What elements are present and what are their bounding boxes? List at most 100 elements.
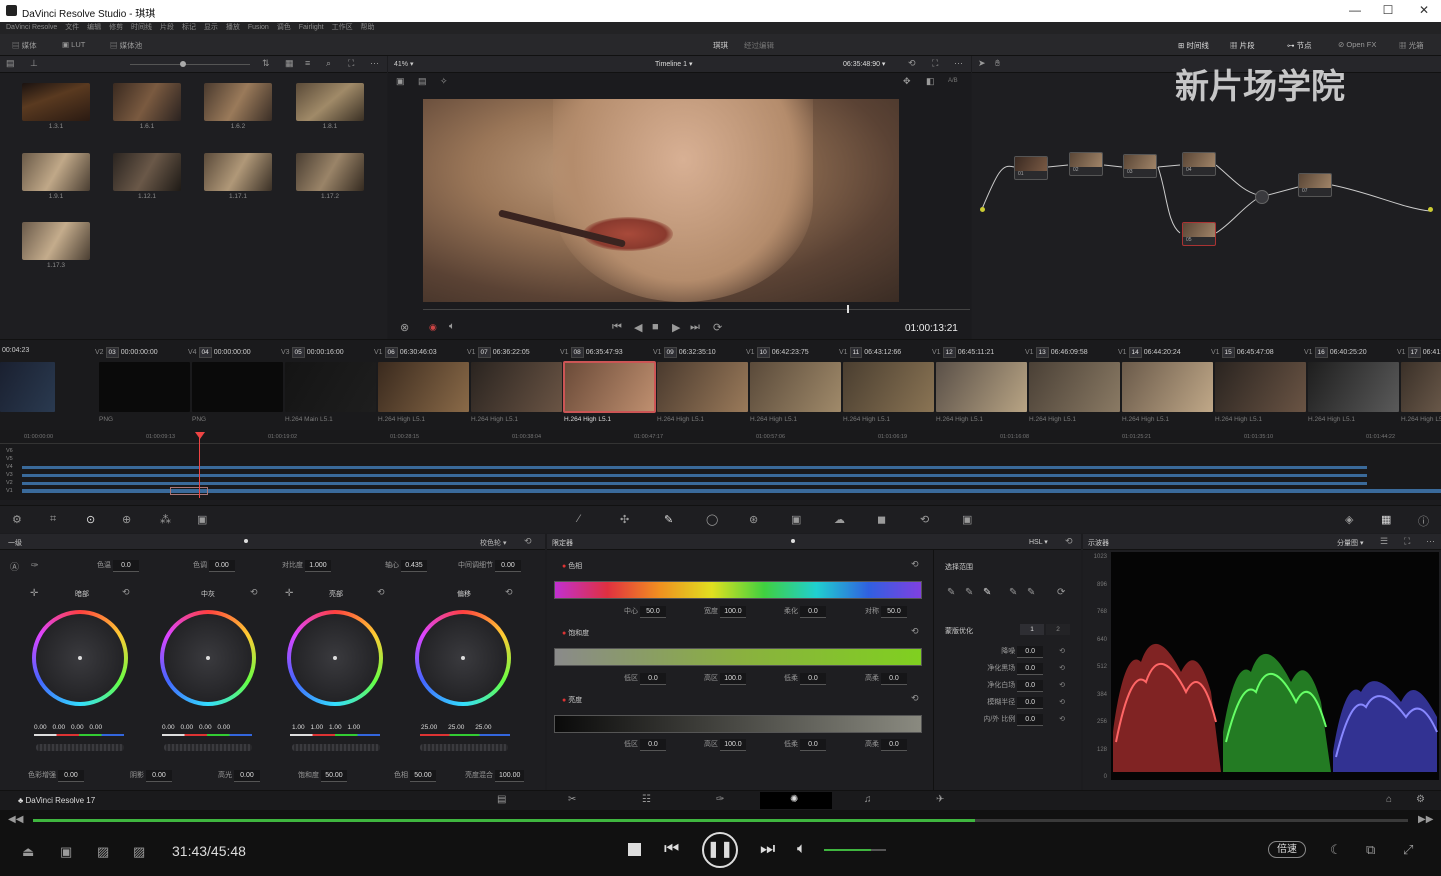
color-wheels-icon[interactable]: ⊙ <box>86 513 95 526</box>
media-thumbnail[interactable] <box>204 83 272 121</box>
loop-mode-icon[interactable]: ⊗ <box>400 321 409 334</box>
picker-icon[interactable]: ✑ <box>31 560 39 571</box>
media-thumbnail[interactable] <box>296 83 364 121</box>
skip-end-icon[interactable]: ⏭︎ <box>690 321 700 334</box>
reset-icon[interactable]: ⟲ <box>911 626 919 637</box>
menu-item[interactable]: 标记 <box>182 24 196 31</box>
timeline-clip[interactable] <box>936 362 1027 412</box>
color-node[interactable]: 04 <box>1182 152 1216 176</box>
stop-icon[interactable] <box>628 843 641 856</box>
menu-item[interactable]: 显示 <box>204 24 218 31</box>
speed-button[interactable]: 倍速 <box>1268 841 1306 858</box>
scope-settings-icon[interactable]: ☰ <box>1380 536 1388 547</box>
media-button[interactable]: ▤ 媒体 <box>12 40 37 51</box>
bypass-icon[interactable]: ⟲ <box>908 58 916 69</box>
minimize-icon[interactable]: — <box>1345 3 1365 17</box>
menu-item[interactable]: 片段 <box>160 24 174 31</box>
timeline-clip[interactable] <box>1122 362 1213 412</box>
lum-mix-field[interactable]: 亮度混合 100.00 <box>465 770 525 782</box>
maximize-icon[interactable]: ☐ <box>1378 3 1398 17</box>
zoom-dropdown[interactable]: 41% ▾ <box>394 60 413 68</box>
matte-field[interactable]: 模糊半径 0.0 ⟲ <box>955 697 1065 709</box>
playhead[interactable] <box>199 432 200 498</box>
fullscreen-icon[interactable]: ⛶ <box>932 58 938 69</box>
media-thumbnail[interactable] <box>113 153 181 191</box>
color-node[interactable]: 03 <box>1123 154 1157 178</box>
reset-icon[interactable]: ⟲ <box>1065 536 1073 547</box>
hue-gradient[interactable] <box>554 581 922 599</box>
reset-icon[interactable]: ⟲ <box>911 559 919 570</box>
menu-item[interactable]: 修剪 <box>109 24 123 31</box>
expand-icon[interactable]: ⛶ <box>348 58 354 69</box>
selected-clip-marker[interactable] <box>170 487 208 495</box>
media-thumbnail[interactable] <box>22 83 90 121</box>
timeline-dropdown[interactable]: Timeline 1 ▾ <box>655 60 693 68</box>
color-node[interactable]: 05 <box>1182 222 1216 246</box>
hue-symmetry[interactable]: 对称 50.0 <box>865 606 907 618</box>
lum-highsoft[interactable]: 高柔 0.0 <box>865 739 907 751</box>
search-icon[interactable]: ⌕ <box>326 58 331 69</box>
invert-icon[interactable]: ⟳ <box>1057 587 1065 598</box>
clip-icon[interactable]: ▨ <box>133 844 145 860</box>
play-icon[interactable]: ▶ <box>672 321 680 334</box>
saturation-field[interactable]: 饱和度 50.00 <box>298 770 347 782</box>
more-icon[interactable]: ⋯ <box>954 58 963 69</box>
play-reverse-icon[interactable]: ◀ <box>634 321 642 334</box>
feather-plus-icon[interactable]: ✎ <box>1027 587 1035 598</box>
stop-icon[interactable]: ■ <box>652 321 659 333</box>
lum-lowsoft[interactable]: 低柔 0.0 <box>784 739 826 751</box>
contrast-field[interactable]: 对比度 1.000 <box>282 560 331 572</box>
media-thumbnail[interactable] <box>296 153 364 191</box>
matte-tab-2[interactable]: 2 <box>1046 624 1070 635</box>
matte-field[interactable]: 净化黑场 0.0 ⟲ <box>955 663 1065 675</box>
hue-width[interactable]: 宽度 100.0 <box>704 606 746 618</box>
menu-item[interactable]: 帮助 <box>361 24 375 31</box>
hdr-icon[interactable]: ⊕ <box>122 513 131 526</box>
ab-compare-label[interactable]: A/B <box>948 78 958 84</box>
mixer-node[interactable] <box>1255 190 1269 204</box>
grid-view-icon[interactable]: ▦ <box>285 58 294 69</box>
rgb-mixer-icon[interactable]: ⁂ <box>160 513 171 526</box>
media-thumbnail[interactable] <box>22 153 90 191</box>
qualifier-picker-icon[interactable]: ✥ <box>903 76 911 87</box>
timeline-clip[interactable] <box>285 362 376 412</box>
viewer-image[interactable] <box>423 99 899 302</box>
pivot-field[interactable]: 轴心 0.435 <box>385 560 427 572</box>
3d-icon[interactable]: ▣ <box>962 513 972 526</box>
timeline-clip[interactable] <box>192 362 283 412</box>
page-dot[interactable] <box>791 539 795 543</box>
magic-mask-icon[interactable]: ▣ <box>791 513 801 526</box>
wheels-mode-dropdown[interactable]: 校色轮 ▾ <box>480 538 506 548</box>
hue-field[interactable]: 色相 50.00 <box>394 770 436 782</box>
tracker-icon[interactable]: ⊛ <box>749 513 758 526</box>
fairlight-page-icon[interactable]: ♫ <box>864 794 872 805</box>
folder-icon[interactable]: ⊥ <box>30 58 38 69</box>
expand-icon[interactable]: ⛶ <box>1404 536 1410 547</box>
middetail-field[interactable]: 中间调细节 0.00 <box>458 560 521 572</box>
more-icon[interactable]: ⋯ <box>1426 536 1435 547</box>
record-icon[interactable]: ◉ <box>429 322 437 333</box>
menu-item[interactable]: 调色 <box>277 24 291 31</box>
matte-field[interactable]: 降噪 0.0 ⟲ <box>955 646 1065 658</box>
timeline-clip[interactable] <box>1401 362 1441 412</box>
magic-wand-icon[interactable]: ✧ <box>440 76 448 87</box>
nodes-button[interactable]: ⊶ 节点 <box>1287 40 1312 51</box>
split-view-icon[interactable]: ▣ <box>396 76 405 87</box>
curves-icon[interactable]: ⁄ <box>578 513 580 525</box>
crosshair-icon[interactable]: ✛ <box>30 588 38 599</box>
list-icon[interactable]: ≡ <box>305 58 310 68</box>
more-icon[interactable]: ⋯ <box>370 58 379 69</box>
matte-field[interactable]: 净化白场 0.0 ⟲ <box>955 680 1065 692</box>
sat-high[interactable]: 高区 100.0 <box>704 673 746 685</box>
timeline-clip[interactable] <box>750 362 841 412</box>
reset-icon[interactable]: ⟲ <box>377 587 385 598</box>
gain-master-wheel[interactable] <box>292 744 380 751</box>
gamma-wheel[interactable] <box>160 610 256 706</box>
color-node[interactable]: 07 <box>1298 173 1332 197</box>
lum-gradient[interactable] <box>554 715 922 733</box>
gain-wheel[interactable] <box>287 610 383 706</box>
pause-button[interactable]: ❚❚ <box>702 832 738 868</box>
menu-item[interactable]: 播放 <box>226 24 240 31</box>
timeline-clip[interactable] <box>0 362 55 412</box>
gamma-master-wheel[interactable] <box>164 744 252 751</box>
